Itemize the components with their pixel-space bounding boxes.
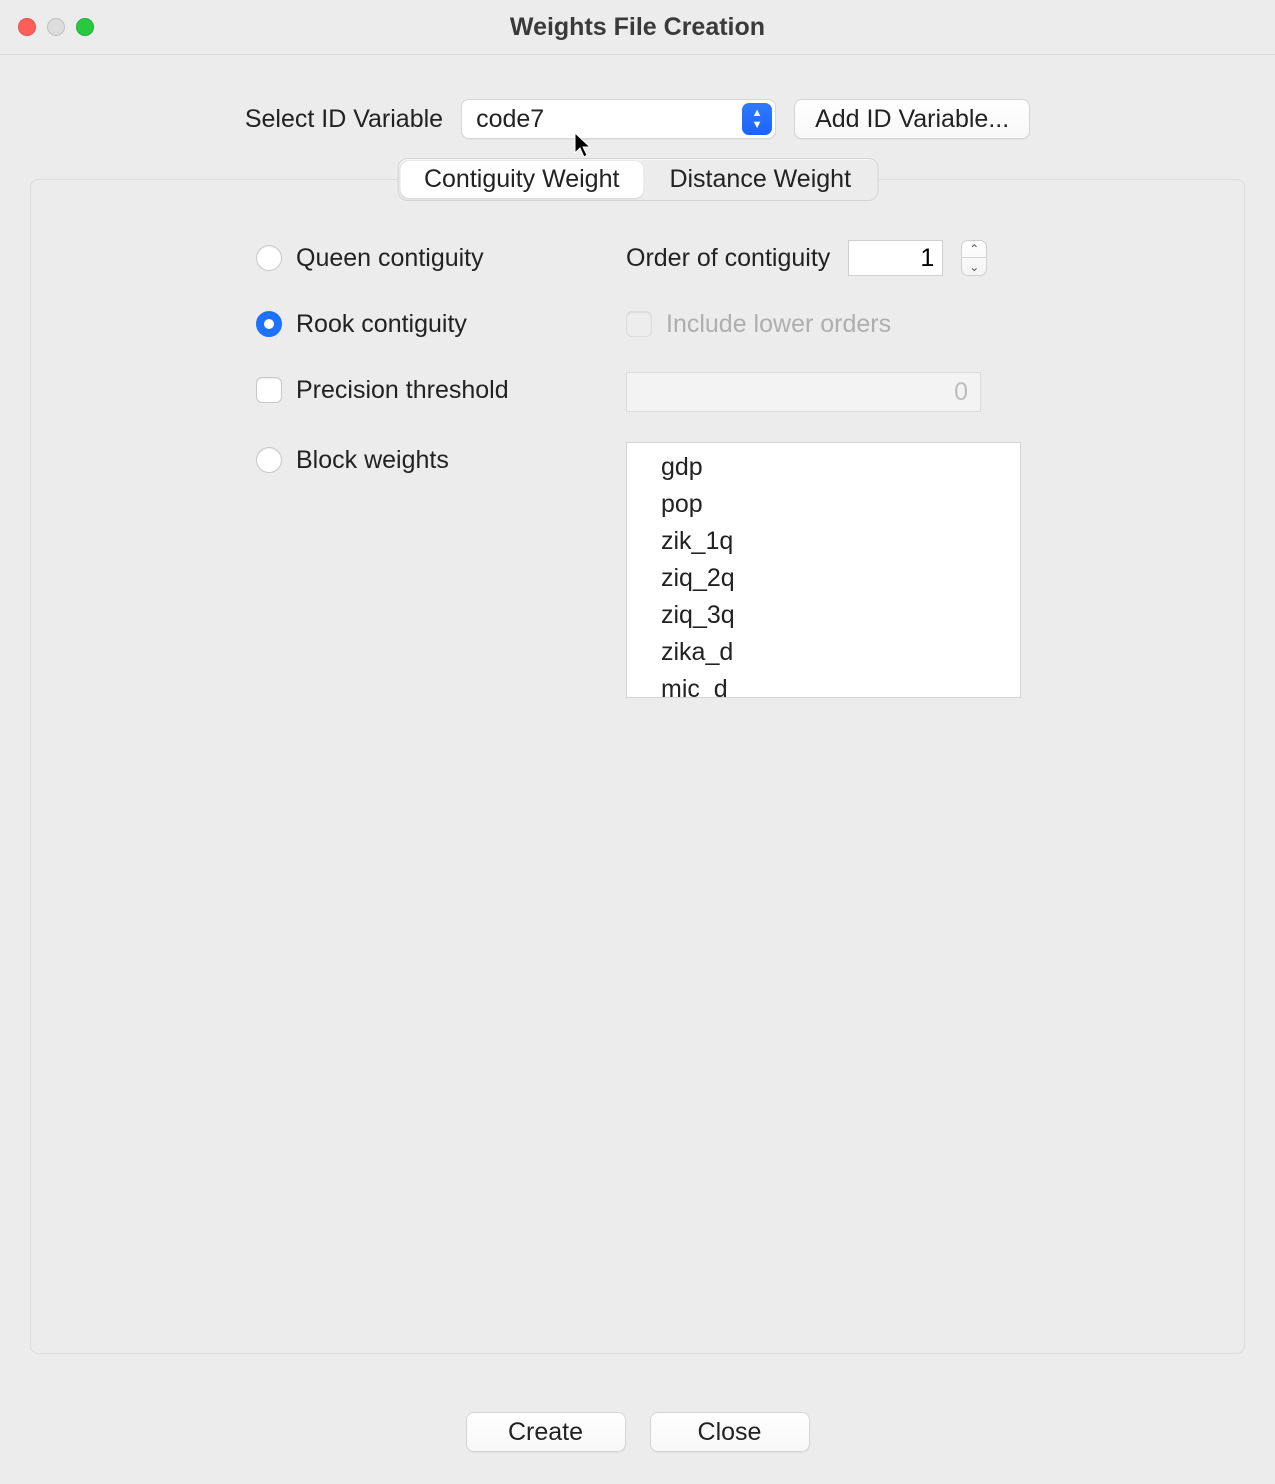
titlebar: Weights File Creation <box>0 0 1275 55</box>
tab-distance[interactable]: Distance Weight <box>645 161 875 198</box>
id-variable-select[interactable]: code7 ▲▼ <box>461 99 776 139</box>
id-variable-value: code7 <box>476 105 544 134</box>
radio-selected-icon <box>256 311 282 337</box>
weight-type-tabs: Contiguity Weight Distance Weight <box>397 158 878 201</box>
rook-label: Rook contiguity <box>296 310 467 339</box>
order-of-contiguity-row: Order of contiguity ⌃ ⌄ <box>626 240 1184 276</box>
radio-icon <box>256 245 282 271</box>
block-weights-label: Block weights <box>296 446 449 475</box>
list-item[interactable]: pop <box>627 486 1020 523</box>
add-id-variable-button[interactable]: Add ID Variable... <box>794 99 1030 139</box>
block-variables-listbox[interactable]: gdp pop zik_1q ziq_2q ziq_3q zika_d mic_… <box>626 442 1021 698</box>
create-button[interactable]: Create <box>466 1412 626 1452</box>
list-item[interactable]: mic_d <box>627 671 1020 698</box>
minimize-window-icon <box>47 18 65 36</box>
tab-contiguity[interactable]: Contiguity Weight <box>400 161 643 198</box>
precision-input <box>626 372 981 412</box>
order-stepper[interactable]: ⌃ ⌄ <box>961 240 987 276</box>
close-button[interactable]: Close <box>650 1412 810 1452</box>
list-item[interactable]: zik_1q <box>627 523 1020 560</box>
queen-contiguity-option[interactable]: Queen contiguity <box>256 240 616 276</box>
chevron-up-icon: ⌃ <box>962 241 986 258</box>
list-item[interactable]: zika_d <box>627 634 1020 671</box>
window-title: Weights File Creation <box>0 13 1275 42</box>
include-lower-orders-label: Include lower orders <box>666 310 891 339</box>
precision-threshold-option[interactable]: Precision threshold <box>256 372 616 408</box>
include-lower-orders-option: Include lower orders <box>626 306 1184 342</box>
checkbox-icon <box>256 377 282 403</box>
radio-icon <box>256 447 282 473</box>
block-weights-option[interactable]: Block weights <box>256 442 616 478</box>
list-item[interactable]: ziq_3q <box>627 597 1020 634</box>
chevron-down-icon: ⌄ <box>962 258 986 275</box>
window-controls <box>18 18 94 36</box>
contiguity-form: Queen contiguity Order of contiguity ⌃ ⌄… <box>256 240 1184 698</box>
order-label: Order of contiguity <box>626 244 830 273</box>
close-window-icon[interactable] <box>18 18 36 36</box>
queen-label: Queen contiguity <box>296 244 484 273</box>
checkbox-icon <box>626 311 652 337</box>
zoom-window-icon[interactable] <box>76 18 94 36</box>
list-item[interactable]: gdp <box>627 449 1020 486</box>
list-item[interactable]: ziq_2q <box>627 560 1020 597</box>
rook-contiguity-option[interactable]: Rook contiguity <box>256 306 616 342</box>
dropdown-arrows-icon: ▲▼ <box>742 103 772 135</box>
dialog-buttons: Create Close <box>0 1412 1275 1452</box>
order-input[interactable] <box>848 240 943 276</box>
weights-panel: Contiguity Weight Distance Weight Queen … <box>30 179 1245 1354</box>
precision-threshold-field <box>626 372 1184 412</box>
precision-label: Precision threshold <box>296 376 509 405</box>
id-variable-label: Select ID Variable <box>245 105 443 134</box>
